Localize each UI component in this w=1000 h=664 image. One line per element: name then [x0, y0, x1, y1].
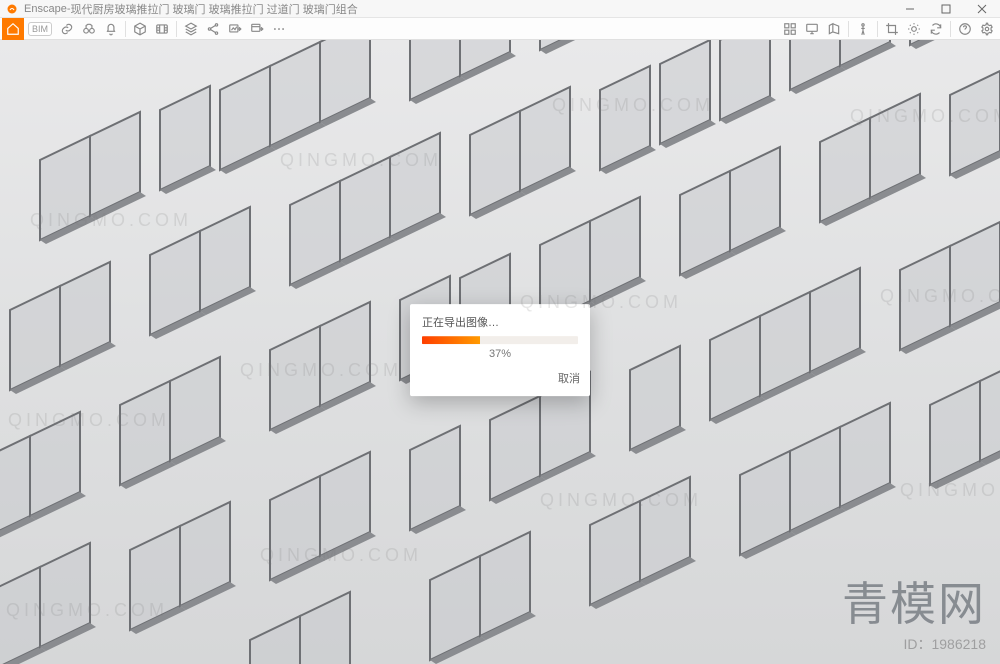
- model-id-label: ID：1986218: [903, 634, 986, 654]
- crop-icon[interactable]: [881, 18, 903, 40]
- brand-watermark: 青模网: [842, 568, 986, 634]
- ortho-icon[interactable]: [823, 18, 845, 40]
- render-viewport[interactable]: 青模网 ID：1986218 正在导出图像… 37% 取消 QINGMO.COM…: [0, 40, 1000, 664]
- app-name: Enscape: [24, 3, 67, 15]
- package-icon[interactable]: [129, 18, 151, 40]
- maximize-button[interactable]: [928, 0, 964, 18]
- progress-bar-fill: [422, 336, 480, 344]
- ellipsis-icon[interactable]: [268, 18, 290, 40]
- export-image-icon[interactable]: [224, 18, 246, 40]
- binoculars-icon[interactable]: [78, 18, 100, 40]
- cancel-button[interactable]: 取消: [558, 370, 580, 386]
- toolbar: BIM: [0, 18, 1000, 40]
- dialog-title: 正在导出图像…: [422, 314, 578, 330]
- layers-icon[interactable]: [180, 18, 202, 40]
- link-icon[interactable]: [56, 18, 78, 40]
- grid-icon[interactable]: [779, 18, 801, 40]
- help-icon[interactable]: [954, 18, 976, 40]
- settings-icon[interactable]: [976, 18, 998, 40]
- progress-percent: 37%: [422, 348, 578, 360]
- monitor-icon[interactable]: [801, 18, 823, 40]
- close-button[interactable]: [964, 0, 1000, 18]
- sun-icon[interactable]: [903, 18, 925, 40]
- sync-icon[interactable]: [925, 18, 947, 40]
- export-web-icon[interactable]: [246, 18, 268, 40]
- app-icon: [4, 1, 20, 17]
- bell-icon[interactable]: [100, 18, 122, 40]
- man-standing-icon[interactable]: [852, 18, 874, 40]
- bim-badge: BIM: [28, 22, 52, 36]
- film-icon[interactable]: [151, 18, 173, 40]
- title-bar: Enscape - 现代厨房玻璃推拉门 玻璃门 玻璃推拉门 过道门 玻璃门组合: [0, 0, 1000, 18]
- home-button[interactable]: [2, 18, 24, 40]
- export-progress-dialog: 正在导出图像… 37% 取消: [410, 304, 590, 396]
- minimize-button[interactable]: [892, 0, 928, 18]
- share-icon[interactable]: [202, 18, 224, 40]
- document-title: 现代厨房玻璃推拉门 玻璃门 玻璃推拉门 过道门 玻璃门组合: [70, 1, 357, 17]
- progress-bar: [422, 336, 578, 344]
